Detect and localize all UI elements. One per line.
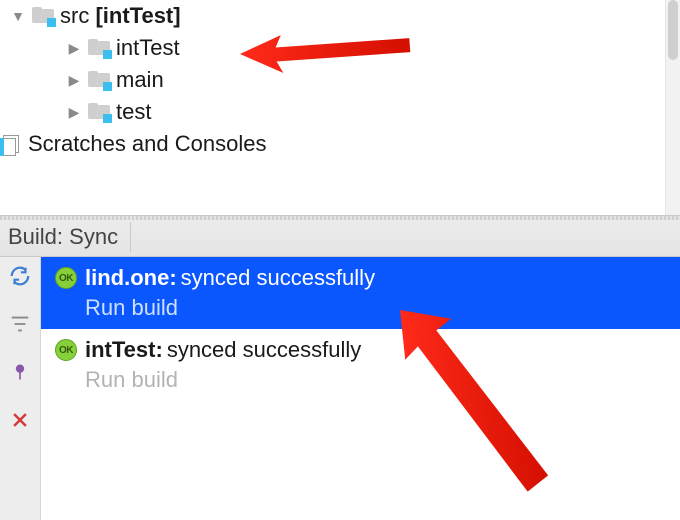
project-tree[interactable]: ▼ src [intTest] ▶ intTest ▶ main: [0, 0, 680, 215]
build-toolbar: [0, 257, 41, 520]
build-panel-header[interactable]: Build: Sync: [0, 215, 680, 257]
close-icon[interactable]: [7, 407, 33, 433]
build-item-name: lind.one:: [85, 265, 177, 291]
build-results-list[interactable]: OK lind.one: synced successfully Run bui…: [41, 257, 680, 520]
tree-node-test[interactable]: ▶ test: [0, 96, 680, 128]
tree-node-main[interactable]: ▶ main: [0, 64, 680, 96]
build-header-title: Build:: [8, 224, 63, 249]
build-pane: OK lind.one: synced successfully Run bui…: [0, 257, 680, 520]
tree-node-src[interactable]: ▼ src [intTest]: [0, 0, 680, 32]
folder-icon: [88, 39, 110, 57]
chevron-down-icon[interactable]: ▼: [10, 8, 26, 24]
build-item-name: intTest:: [85, 337, 163, 363]
filter-icon[interactable]: [7, 311, 33, 337]
tree-label: main: [116, 67, 164, 93]
build-item-subtext: Run build: [55, 365, 680, 395]
tree-label: intTest: [116, 35, 180, 61]
build-item-subtext: Run build: [55, 293, 680, 323]
vertical-scrollbar[interactable]: [665, 0, 680, 215]
tree-node-scratches[interactable]: Scratches and Consoles: [0, 128, 680, 160]
chevron-right-icon[interactable]: ▶: [66, 40, 82, 57]
resize-grip[interactable]: [0, 216, 680, 220]
ok-badge-icon: OK: [55, 339, 77, 361]
build-item-message: synced successfully: [167, 337, 361, 363]
ok-badge-icon: OK: [55, 267, 77, 289]
chevron-right-icon[interactable]: ▶: [66, 72, 82, 89]
build-result-item[interactable]: OK intTest: synced successfully Run buil…: [41, 329, 680, 401]
tree-label: test: [116, 99, 151, 125]
folder-icon: [88, 71, 110, 89]
tree-label: Scratches and Consoles: [28, 131, 266, 157]
build-item-message: synced successfully: [181, 265, 375, 291]
tree-node-inttest[interactable]: ▶ intTest: [0, 32, 680, 64]
folder-icon: [32, 7, 54, 25]
build-result-item[interactable]: OK lind.one: synced successfully Run bui…: [41, 257, 680, 329]
scratches-icon: [0, 135, 22, 153]
folder-icon: [88, 103, 110, 121]
pin-icon[interactable]: [7, 359, 33, 385]
tree-label: src: [60, 3, 89, 28]
header-separator: [130, 222, 131, 252]
refresh-icon[interactable]: [7, 263, 33, 289]
chevron-right-icon[interactable]: ▶: [66, 104, 82, 121]
build-header-subtitle: Sync: [69, 224, 118, 249]
scrollbar-thumb[interactable]: [668, 0, 678, 60]
tree-label-suffix: [intTest]: [95, 3, 180, 28]
